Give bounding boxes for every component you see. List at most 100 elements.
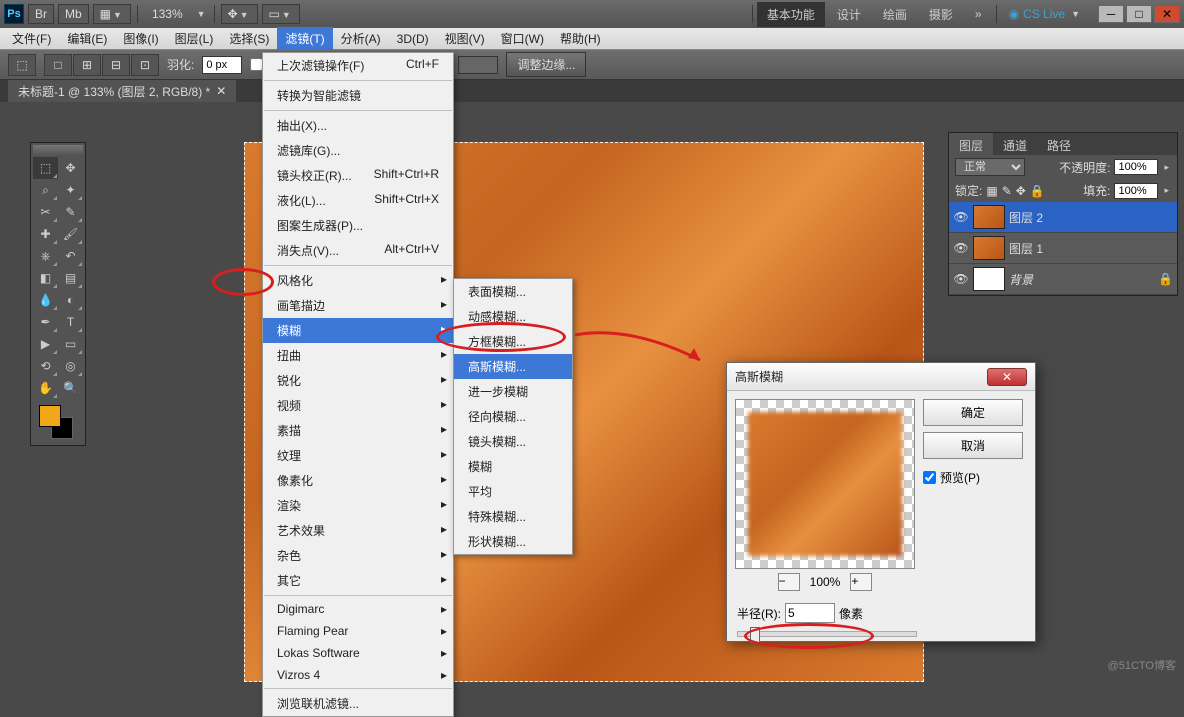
filter-gallery[interactable]: 滤镜库(G)... — [263, 138, 453, 163]
radius-slider[interactable] — [737, 631, 917, 637]
minibridge-button[interactable]: Mb — [58, 4, 89, 24]
chevron-down-icon[interactable]: ▼ — [195, 9, 208, 19]
menu-help[interactable]: 帮助(H) — [552, 27, 609, 50]
filter-pixelate[interactable]: 像素化 — [263, 468, 453, 493]
opacity-input[interactable] — [1114, 159, 1158, 175]
eyedropper-tool[interactable]: ✎ — [58, 201, 83, 223]
cslive-button[interactable]: ◉CS Live▼ — [1001, 7, 1090, 21]
menu-image[interactable]: 图像(I) — [115, 27, 166, 50]
dialog-close-button[interactable]: ✕ — [987, 368, 1027, 386]
lock-transparent-icon[interactable]: ▦ — [986, 184, 997, 198]
selmode-intersect-icon[interactable]: ⊡ — [131, 54, 159, 76]
close-icon[interactable]: ✕ — [216, 84, 226, 98]
workspace-more[interactable]: » — [965, 3, 992, 25]
layer-thumb[interactable] — [973, 267, 1005, 291]
lock-all-icon[interactable]: 🔒 — [1030, 184, 1045, 198]
dodge-tool[interactable]: ◐ — [58, 289, 83, 311]
filter-blur[interactable]: 模糊 — [263, 318, 453, 343]
crop-tool[interactable]: ✂ — [33, 201, 58, 223]
workspace-tab-photo[interactable]: 摄影 — [919, 2, 963, 27]
filter-brush-strokes[interactable]: 画笔描边 — [263, 293, 453, 318]
shape-tool[interactable]: ▭ — [58, 333, 83, 355]
3d-camera-tool[interactable]: ◎ — [58, 355, 83, 377]
toolbox-grip[interactable] — [33, 145, 83, 155]
blur-shape[interactable]: 形状模糊... — [454, 529, 572, 554]
workspace-tab-paint[interactable]: 绘画 — [873, 2, 917, 27]
color-swatch[interactable] — [33, 403, 83, 443]
filter-distort[interactable]: 扭曲 — [263, 343, 453, 368]
filter-render[interactable]: 渲染 — [263, 493, 453, 518]
layer-item[interactable]: 👁背景🔒 — [949, 264, 1177, 295]
filter-pattern-maker[interactable]: 图案生成器(P)... — [263, 213, 453, 238]
filter-flaming-pear[interactable]: Flaming Pear — [263, 620, 453, 642]
view-arrange-button[interactable]: ▦▼ — [93, 4, 131, 24]
eraser-tool[interactable]: ◧ — [33, 267, 58, 289]
selmode-new-icon[interactable]: □ — [44, 54, 72, 76]
lock-position-icon[interactable]: ✥ — [1016, 184, 1026, 198]
pen-tool[interactable]: ✒ — [33, 311, 58, 333]
filter-video[interactable]: 视频 — [263, 393, 453, 418]
slider-thumb[interactable] — [750, 627, 760, 643]
menu-3d[interactable]: 3D(D) — [389, 29, 437, 49]
blur-surface[interactable]: 表面模糊... — [454, 279, 572, 304]
selmode-sub-icon[interactable]: ⊟ — [102, 54, 130, 76]
blur-blur[interactable]: 模糊 — [454, 454, 572, 479]
preview-checkbox[interactable]: 预览(P) — [923, 469, 1023, 486]
visibility-icon[interactable]: 👁 — [953, 240, 969, 256]
menu-view[interactable]: 视图(V) — [437, 27, 493, 50]
menu-window[interactable]: 窗口(W) — [493, 27, 552, 50]
zoom-in-button[interactable]: + — [850, 573, 872, 591]
filter-lens-correction[interactable]: 镜头校正(R)...Shift+Ctrl+R — [263, 163, 453, 188]
bridge-button[interactable]: Br — [28, 4, 54, 24]
workspace-tab-essentials[interactable]: 基本功能 — [757, 2, 825, 27]
filter-extract[interactable]: 抽出(X)... — [263, 113, 453, 138]
stamp-tool[interactable]: ⎈ — [33, 245, 58, 267]
visibility-icon[interactable]: 👁 — [953, 209, 969, 225]
lasso-tool[interactable]: ⌕ — [33, 179, 58, 201]
brush-tool[interactable]: 🖌 — [58, 223, 83, 245]
marquee-tool[interactable]: ⬚ — [33, 157, 58, 179]
blur-average[interactable]: 平均 — [454, 479, 572, 504]
menu-layer[interactable]: 图层(L) — [167, 27, 222, 50]
document-tab[interactable]: 未标题-1 @ 133% (图层 2, RGB/8) *✕ — [8, 80, 236, 103]
heal-tool[interactable]: ✚ — [33, 223, 58, 245]
filter-convert-smart[interactable]: 转换为智能滤镜 — [263, 83, 453, 108]
blur-radial[interactable]: 径向模糊... — [454, 404, 572, 429]
blend-mode-select[interactable]: 正常 — [955, 158, 1025, 176]
zoom-out-button[interactable]: − — [778, 573, 800, 591]
blur-smart[interactable]: 特殊模糊... — [454, 504, 572, 529]
preview-image[interactable] — [735, 399, 915, 569]
menu-edit[interactable]: 编辑(E) — [59, 27, 115, 50]
history-brush-tool[interactable]: ↶ — [58, 245, 83, 267]
3d-tool[interactable]: ⟲ — [33, 355, 58, 377]
hand-tool[interactable]: ✋ — [33, 377, 58, 399]
filter-stylize[interactable]: 风格化 — [263, 268, 453, 293]
filter-liquify[interactable]: 液化(L)...Shift+Ctrl+X — [263, 188, 453, 213]
cancel-button[interactable]: 取消 — [923, 432, 1023, 459]
panel-tab-channels[interactable]: 通道 — [993, 133, 1037, 155]
selmode-add-icon[interactable]: ⊞ — [73, 54, 101, 76]
filter-vizros[interactable]: Vizros 4 — [263, 664, 453, 686]
filter-digimarc[interactable]: Digimarc — [263, 598, 453, 620]
screen-mode-button[interactable]: ▭▼ — [262, 4, 300, 24]
workspace-tab-design[interactable]: 设计 — [827, 2, 871, 27]
visibility-icon[interactable]: 👁 — [953, 271, 969, 287]
blur-tool[interactable]: 💧 — [33, 289, 58, 311]
filter-lokas[interactable]: Lokas Software — [263, 642, 453, 664]
blur-motion[interactable]: 动感模糊... — [454, 304, 572, 329]
close-button[interactable]: ✕ — [1154, 5, 1180, 23]
zoom-level[interactable]: 133% — [144, 7, 191, 21]
blur-more[interactable]: 进一步模糊 — [454, 379, 572, 404]
type-tool[interactable]: T — [58, 311, 83, 333]
zoom-tool[interactable]: 🔍 — [58, 377, 83, 399]
filter-texture[interactable]: 纹理 — [263, 443, 453, 468]
filter-last[interactable]: 上次滤镜操作(F)Ctrl+F — [263, 53, 453, 78]
blur-lens[interactable]: 镜头模糊... — [454, 429, 572, 454]
wand-tool[interactable]: ✦ — [58, 179, 83, 201]
dialog-titlebar[interactable]: 高斯模糊 ✕ — [727, 363, 1035, 391]
feather-input[interactable] — [202, 56, 242, 74]
blur-gaussian[interactable]: 高斯模糊... — [454, 354, 572, 379]
ok-button[interactable]: 确定 — [923, 399, 1023, 426]
move-tool[interactable]: ✥ — [58, 157, 83, 179]
filter-artistic[interactable]: 艺术效果 — [263, 518, 453, 543]
